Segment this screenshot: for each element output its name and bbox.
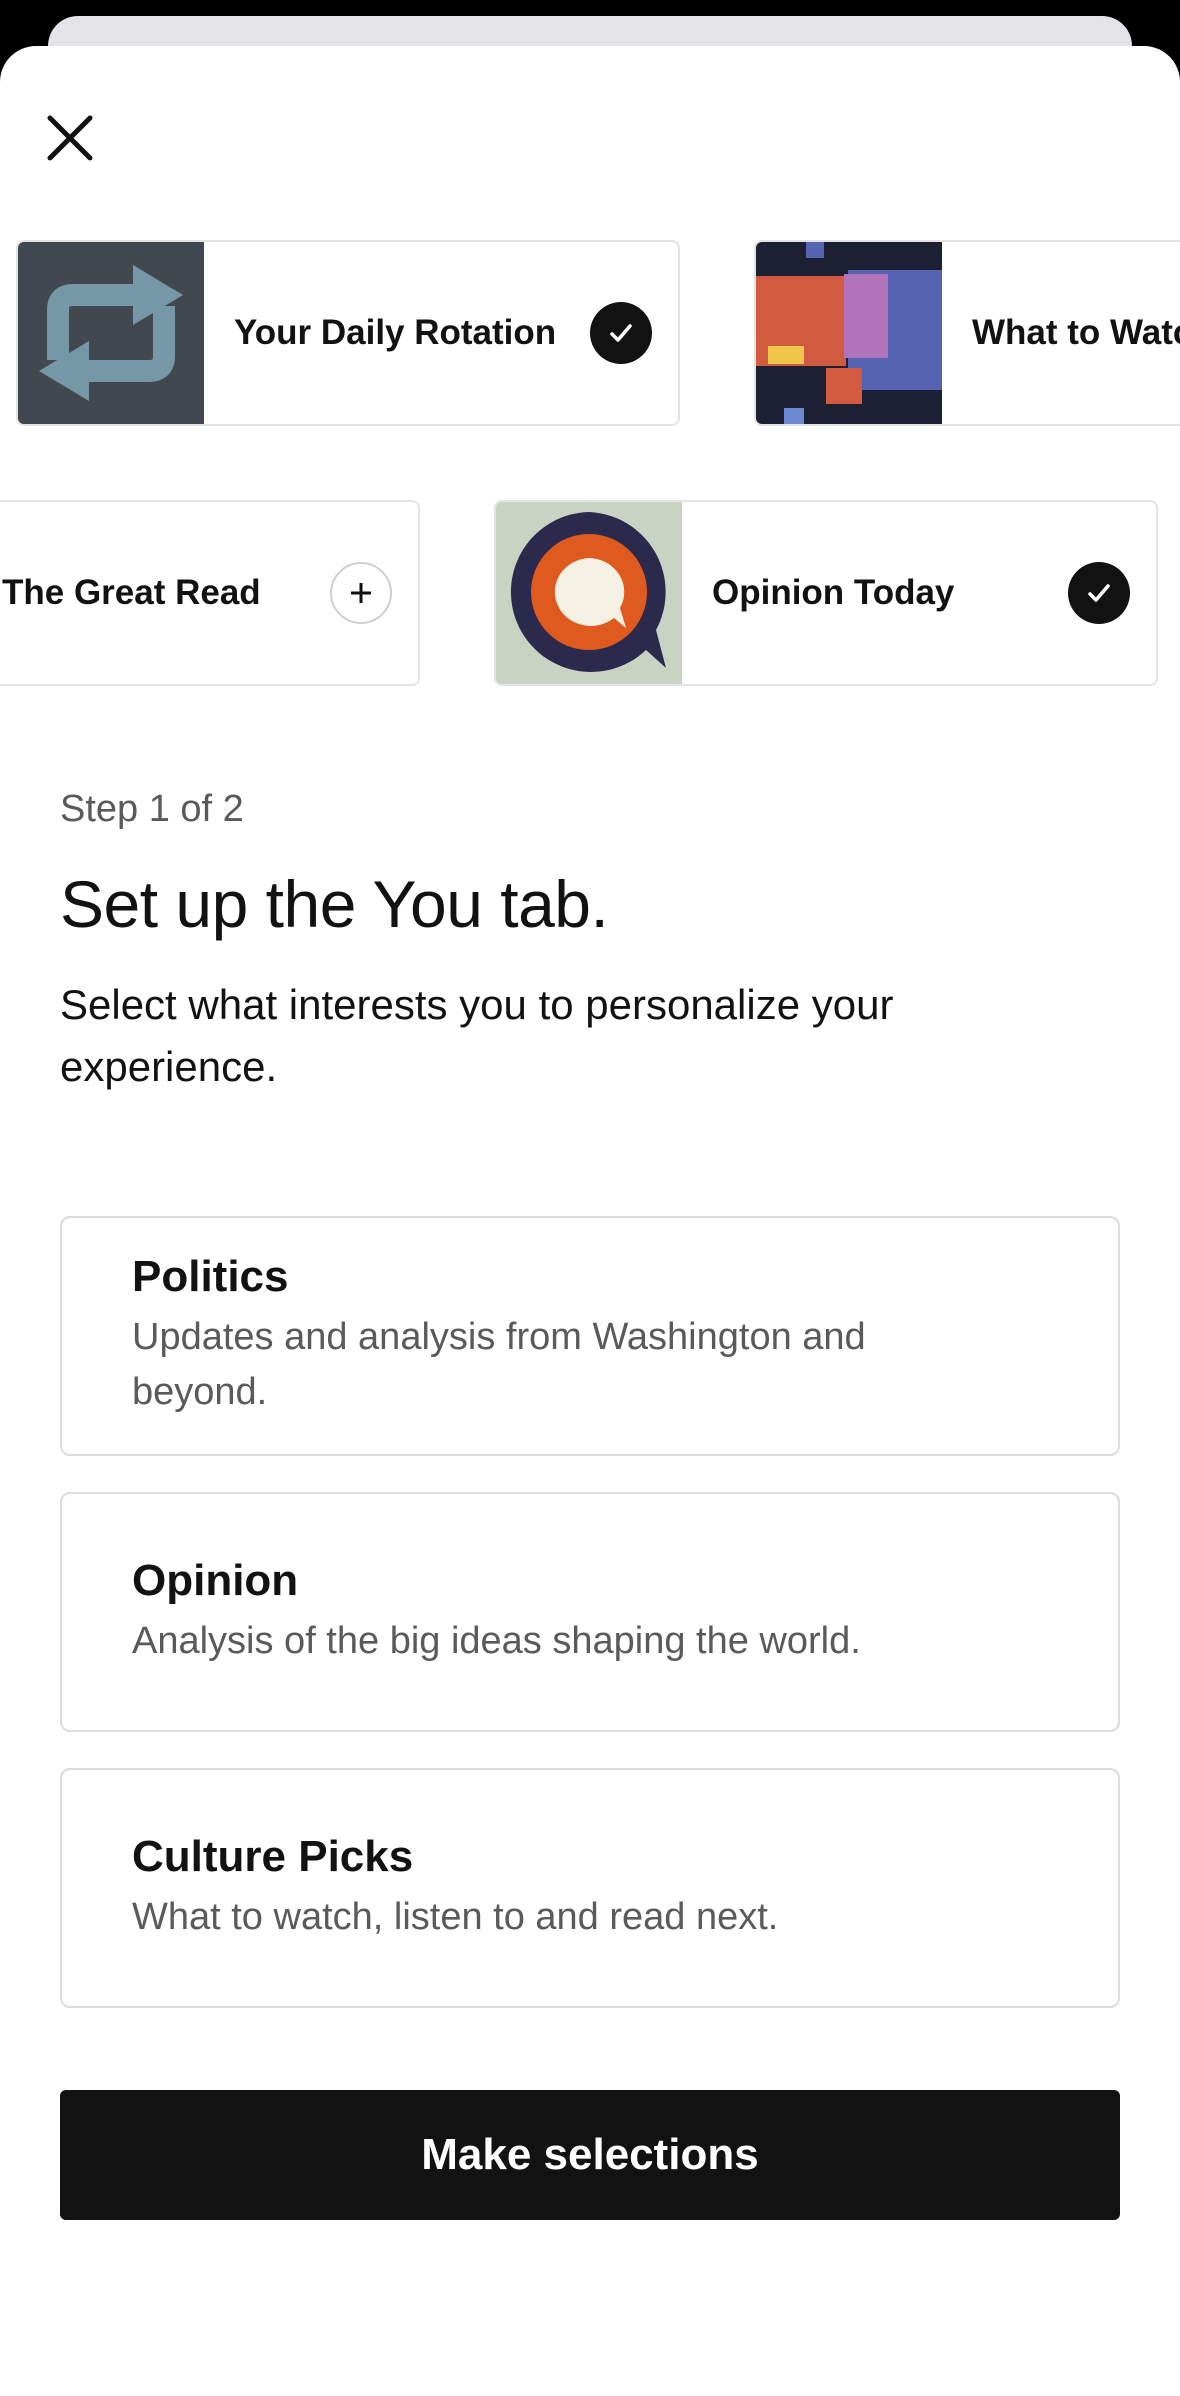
checkmark-icon[interactable] bbox=[590, 302, 652, 364]
topic-description: What to watch, listen to and read next. bbox=[132, 1895, 779, 1938]
topic-card-culture-picks[interactable]: Culture Picks What to watch, listen to a… bbox=[60, 1768, 1120, 2008]
close-icon bbox=[47, 115, 93, 161]
plus-icon[interactable] bbox=[330, 562, 392, 624]
close-button[interactable] bbox=[40, 108, 100, 168]
color-blocks-art-icon bbox=[756, 242, 942, 424]
topic-card-opinion[interactable]: Opinion Analysis of the big ideas shapin… bbox=[60, 1492, 1120, 1732]
topic-title: Culture Picks bbox=[132, 1831, 414, 1881]
newsletter-card-opinion-today[interactable]: Opinion Today bbox=[494, 500, 1158, 686]
onboarding-sheet: Your Daily Rotation What to Watch The Gr… bbox=[0, 46, 1180, 2396]
speech-bubble-icon bbox=[496, 502, 682, 684]
rotation-arrows-icon bbox=[18, 242, 204, 424]
newsletter-title: Opinion Today bbox=[712, 573, 955, 612]
step-indicator: Step 1 of 2 bbox=[60, 788, 244, 830]
page-subtitle: Select what interests you to personalize… bbox=[60, 981, 894, 1090]
newsletter-card-the-great-read[interactable]: The Great Read bbox=[0, 500, 420, 686]
make-selections-button[interactable]: Make selections bbox=[60, 2090, 1120, 2220]
newsletter-title: The Great Read bbox=[2, 573, 261, 612]
checkmark-icon[interactable] bbox=[1068, 562, 1130, 624]
newsletter-card-what-to-watch[interactable]: What to Watch bbox=[754, 240, 1180, 426]
topic-description: Analysis of the big ideas shaping the wo… bbox=[132, 1619, 861, 1662]
topic-description: Updates and analysis from Washington and… bbox=[132, 1316, 866, 1413]
newsletter-title: Your Daily Rotation bbox=[234, 313, 557, 352]
page-title: Set up the You tab. bbox=[60, 867, 609, 941]
newsletter-card-your-daily-rotation[interactable]: Your Daily Rotation bbox=[16, 240, 680, 426]
topic-title: Opinion bbox=[132, 1555, 299, 1605]
topic-list[interactable]: Politics Updates and analysis from Washi… bbox=[0, 1168, 1180, 2013]
newsletter-title: What to Watch bbox=[972, 313, 1180, 352]
topic-card-politics[interactable]: Politics Updates and analysis from Washi… bbox=[60, 1216, 1120, 1456]
topic-title: Politics bbox=[132, 1252, 289, 1301]
